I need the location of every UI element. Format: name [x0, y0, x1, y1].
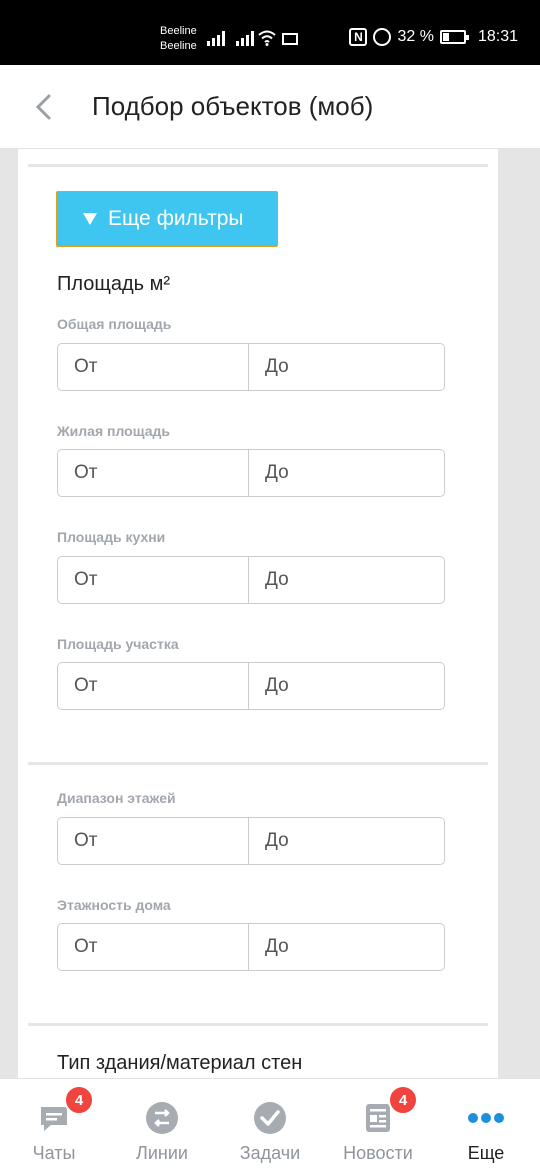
total-area-from-input[interactable]: От	[58, 344, 249, 390]
divider	[28, 762, 488, 765]
plot-area-label: Площадь участка	[57, 636, 179, 652]
news-badge: 4	[388, 1085, 418, 1115]
page-title: Подбор объектов (моб)	[92, 91, 374, 121]
living-area-range: От До	[57, 449, 445, 497]
kitchen-area-label: Площадь кухни	[57, 529, 166, 545]
living-area-to-input[interactable]: До	[249, 450, 444, 496]
total-area-range: От До	[57, 343, 445, 391]
living-area-label: Жилая площадь	[57, 423, 170, 439]
building-floors-label: Этажность дома	[57, 897, 171, 913]
floor-range-label: Диапазон этажей	[57, 790, 176, 806]
living-area-from-input[interactable]: От	[58, 450, 249, 496]
plot-area-to-input[interactable]: До	[249, 663, 444, 709]
app-header: Подбор объектов (моб)	[0, 65, 540, 149]
divider	[28, 164, 488, 167]
nfc-icon: N	[349, 28, 368, 46]
building-type-title: Тип здания/материал стен	[57, 1052, 303, 1074]
wifi-icon	[258, 30, 276, 46]
triangle-down-icon	[83, 213, 97, 225]
building-floors-range: От До	[57, 923, 445, 971]
kitchen-area-range: От До	[57, 556, 445, 604]
nav-tasks[interactable]: Задачи	[216, 1079, 324, 1170]
plot-area-range: От До	[57, 662, 445, 710]
check-icon	[254, 1102, 286, 1134]
nav-more[interactable]: Еще	[432, 1079, 540, 1170]
battery-percent: 32 %	[397, 28, 434, 45]
carrier-2: Beeline	[160, 40, 197, 52]
plot-area-from-input[interactable]: От	[58, 663, 249, 709]
nav-tasks-label: Задачи	[239, 1143, 301, 1163]
kitchen-area-to-input[interactable]: До	[249, 557, 444, 603]
total-area-label: Общая площадь	[57, 316, 172, 332]
total-area-to-input[interactable]: До	[249, 344, 444, 390]
clock: 18:31	[477, 28, 518, 45]
floor-range: От До	[57, 817, 445, 865]
carrier-1: Beeline	[160, 25, 197, 37]
more-dots-icon	[468, 1113, 504, 1123]
floor-from-input[interactable]: От	[58, 818, 249, 864]
chevron-left-icon[interactable]	[32, 93, 56, 121]
more-filters-button[interactable]: Еще фильтры	[56, 191, 278, 247]
signal-icon	[236, 30, 254, 46]
building-floors-from-input[interactable]: От	[58, 924, 249, 970]
nav-more-label: Еще	[467, 1143, 505, 1163]
battery-icon	[439, 30, 469, 44]
divider	[28, 1023, 488, 1026]
building-floors-to-input[interactable]: До	[249, 924, 444, 970]
more-filters-label: Еще фильтры	[108, 207, 244, 230]
lines-icon	[146, 1102, 178, 1134]
kitchen-area-from-input[interactable]: От	[58, 557, 249, 603]
status-bar: Beeline Beeline N 32 % 18:31	[0, 0, 540, 65]
area-section-title: Площадь м²	[57, 273, 171, 295]
signal-icon	[207, 30, 225, 46]
nav-news-label: Новости	[343, 1143, 413, 1163]
floor-to-input[interactable]: До	[249, 818, 444, 864]
alarm-icon	[373, 28, 392, 46]
nav-lines-label: Линии	[136, 1143, 188, 1163]
content-area[interactable]: Еще фильтры Площадь м² Общая площадь От …	[0, 149, 540, 1078]
chats-badge: 4	[64, 1085, 94, 1115]
filters-card: Еще фильтры Площадь м² Общая площадь От …	[18, 149, 498, 1078]
bottom-nav: 4 Чаты Линии Задачи 4 Новости Еще	[0, 1078, 540, 1170]
nav-chats-label: Чаты	[32, 1143, 76, 1163]
nav-chats[interactable]: 4 Чаты	[0, 1079, 108, 1170]
nav-news[interactable]: 4 Новости	[324, 1079, 432, 1170]
nav-lines[interactable]: Линии	[108, 1079, 216, 1170]
mail-icon	[282, 33, 298, 45]
carrier-info: Beeline Beeline	[160, 24, 197, 54]
